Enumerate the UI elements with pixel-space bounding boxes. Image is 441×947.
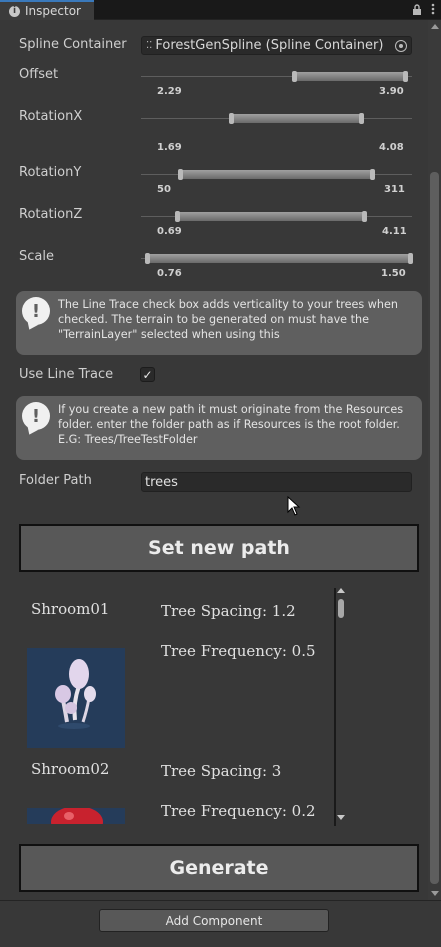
lock-icon[interactable] bbox=[412, 3, 422, 18]
scale-slider-range[interactable] bbox=[145, 253, 413, 264]
scale-min-value: 0.76 bbox=[157, 268, 182, 279]
rotation-y-slider-range[interactable] bbox=[177, 169, 376, 180]
line-trace-help-box: ! The Line Trace check box adds vertical… bbox=[16, 291, 422, 355]
tab-inspector-label: Inspector bbox=[25, 4, 81, 18]
tree-list-scrollbar[interactable] bbox=[336, 586, 348, 824]
scrollbar-thumb[interactable] bbox=[430, 172, 439, 884]
spline-icon: ⁚⁚ bbox=[146, 40, 153, 51]
warning-icon: ! bbox=[22, 402, 50, 430]
offset-max-value: 3.90 bbox=[379, 86, 404, 97]
checkmark-icon: ✓ bbox=[142, 367, 153, 382]
rotation-x-slider[interactable] bbox=[141, 113, 412, 124]
inspector-footer: Add Component bbox=[0, 900, 441, 947]
tab-inspector[interactable]: i Inspector bbox=[0, 0, 94, 20]
folder-path-input[interactable]: trees bbox=[141, 472, 412, 492]
tree-list: Shroom01 Tree Spacing: 1.2 Tree Frequenc… bbox=[19, 584, 337, 824]
list-item: Shroom01 Tree Spacing: 1.2 Tree Frequenc… bbox=[19, 600, 337, 760]
object-picker-icon[interactable] bbox=[395, 40, 407, 52]
scale-label: Scale bbox=[19, 249, 54, 264]
rotation-x-min-value: 1.69 bbox=[157, 142, 182, 153]
rotation-x-label: RotationX bbox=[19, 109, 83, 124]
spline-container-field[interactable]: ⁚⁚ ForestGenSpline (Spline Container) bbox=[141, 36, 412, 55]
rotation-z-slider[interactable] bbox=[141, 211, 412, 222]
folder-help-text: If you create a new path it must origina… bbox=[58, 403, 404, 446]
tree-spacing: Tree Spacing: 1.2 bbox=[161, 602, 296, 620]
tree-frequency: Tree Frequency: 0.2 bbox=[161, 802, 316, 820]
scale-slider[interactable] bbox=[141, 253, 413, 264]
offset-slider[interactable] bbox=[141, 71, 412, 82]
spline-container-value: ForestGenSpline (Spline Container) bbox=[155, 38, 384, 53]
add-component-button[interactable]: Add Component bbox=[99, 909, 329, 932]
rotation-y-max-value: 311 bbox=[384, 184, 405, 195]
scroll-up-arrow-icon[interactable] bbox=[337, 588, 345, 593]
mouse-cursor-icon bbox=[287, 495, 301, 516]
scroll-up-arrow-icon[interactable] bbox=[431, 24, 439, 29]
scroll-down-arrow-icon[interactable] bbox=[337, 815, 345, 820]
line-trace-help-text: The Line Trace check box adds verticalit… bbox=[58, 298, 398, 341]
info-icon: i bbox=[9, 5, 20, 17]
list-item: Shroom02 Tree Spacing: 3 Tree Frequency:… bbox=[19, 760, 337, 824]
use-line-trace-label: Use Line Trace bbox=[19, 367, 114, 382]
scrollbar-thumb[interactable] bbox=[338, 599, 344, 618]
tab-bar: i Inspector bbox=[0, 0, 441, 20]
offset-min-value: 2.29 bbox=[157, 86, 182, 97]
inspector-scrollbar[interactable] bbox=[428, 20, 441, 900]
folder-path-label: Folder Path bbox=[19, 473, 92, 488]
folder-help-box: ! If you create a new path it must origi… bbox=[16, 396, 422, 460]
rotation-z-min-value: 0.69 bbox=[157, 226, 182, 237]
offset-slider-range[interactable] bbox=[291, 71, 408, 82]
tree-name: Shroom01 bbox=[31, 600, 110, 618]
tree-name: Shroom02 bbox=[31, 760, 110, 778]
inspector-content: Spline Container ⁚⁚ ForestGenSpline (Spl… bbox=[0, 20, 428, 900]
offset-label: Offset bbox=[19, 67, 59, 82]
generate-button[interactable]: Generate bbox=[19, 844, 419, 892]
rotation-x-max-value: 4.08 bbox=[379, 142, 404, 153]
tree-thumbnail bbox=[27, 648, 125, 748]
use-line-trace-checkbox[interactable]: ✓ bbox=[140, 367, 155, 382]
rotation-z-slider-range[interactable] bbox=[175, 211, 367, 222]
tree-thumbnail bbox=[27, 808, 125, 824]
scale-max-value: 1.50 bbox=[381, 268, 406, 279]
kebab-menu-icon[interactable] bbox=[431, 3, 435, 18]
tree-frequency: Tree Frequency: 0.5 bbox=[161, 642, 316, 660]
set-new-path-button[interactable]: Set new path bbox=[19, 524, 419, 572]
spline-container-label: Spline Container bbox=[19, 37, 127, 52]
rotation-y-slider[interactable] bbox=[141, 169, 412, 180]
rotation-y-label: RotationY bbox=[19, 165, 82, 180]
tree-spacing: Tree Spacing: 3 bbox=[161, 762, 282, 780]
rotation-z-label: RotationZ bbox=[19, 207, 83, 222]
rotation-z-max-value: 4.11 bbox=[382, 226, 407, 237]
rotation-x-slider-range[interactable] bbox=[229, 113, 364, 124]
rotation-y-min-value: 50 bbox=[157, 184, 171, 195]
scroll-down-arrow-icon[interactable] bbox=[431, 891, 439, 896]
warning-icon: ! bbox=[22, 297, 50, 325]
